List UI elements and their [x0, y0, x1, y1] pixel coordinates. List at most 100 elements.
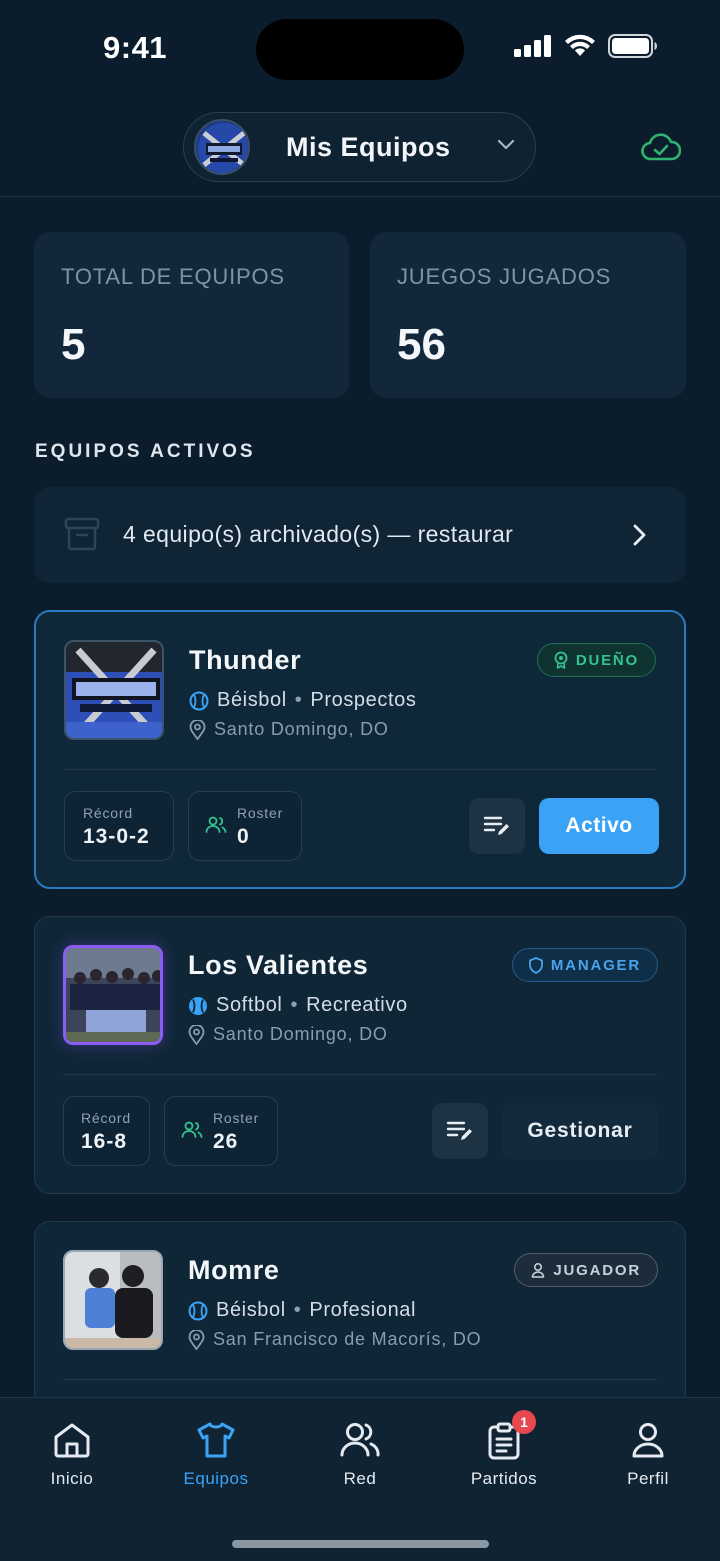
role-badge-manager: MANAGER	[511, 948, 658, 982]
users-icon	[181, 1121, 203, 1138]
role-badge-label: DUEÑO	[575, 651, 639, 669]
games-played-value: 56	[397, 320, 446, 369]
division-name: Recreativo	[306, 994, 408, 1016]
team-card-thunder[interactable]: Thunder DUEÑO Béisbol • Prospectos Santo…	[34, 610, 686, 889]
sport-name: Softbol	[216, 994, 283, 1016]
card-divider	[63, 1074, 657, 1075]
chevron-right-icon	[633, 524, 646, 546]
user-icon	[632, 1423, 664, 1458]
edit-team-button[interactable]	[432, 1103, 488, 1159]
games-played-card: JUEGOS JUGADOS 56	[370, 232, 686, 398]
record-label: Récord	[81, 1110, 131, 1126]
separator-dot: •	[290, 994, 299, 1016]
role-badge-player: JUGADOR	[514, 1253, 658, 1287]
team-name: Momre	[188, 1255, 280, 1285]
baseball-icon	[188, 1301, 208, 1320]
games-played-label: JUEGOS JUGADOS	[397, 264, 612, 289]
record-pill: Récord 16-8	[63, 1096, 150, 1166]
nav-label: Red	[343, 1469, 377, 1488]
role-badge-label: MANAGER	[550, 956, 641, 974]
shirt-icon	[197, 1422, 235, 1458]
record-value: 16-8	[81, 1130, 128, 1153]
nav-item-partidos[interactable]: 1 Partidos	[432, 1398, 576, 1508]
section-title: EQUIPOS ACTIVOS	[35, 441, 256, 462]
nav-label: Perfil	[627, 1469, 669, 1488]
record-value: 13-0-2	[83, 825, 150, 848]
total-teams-card: TOTAL DE EQUIPOS 5	[34, 232, 349, 398]
edit-team-button[interactable]	[469, 798, 525, 854]
role-badge-label: JUGADOR	[553, 1261, 641, 1279]
total-teams-label: TOTAL DE EQUIPOS	[61, 264, 285, 289]
location-pin-icon	[188, 1329, 205, 1350]
location-text: Santo Domingo, DO	[214, 719, 389, 739]
cloud-check-icon[interactable]	[641, 133, 681, 161]
status-time: 9:41	[103, 30, 168, 65]
notification-badge: 1	[512, 1410, 536, 1434]
location-line: San Francisco de Macorís, DO	[188, 1329, 482, 1350]
status-bar: 9:41	[0, 0, 720, 100]
roster-label: Roster	[237, 805, 284, 821]
location-text: San Francisco de Macorís, DO	[213, 1329, 482, 1349]
wifi-icon	[565, 34, 595, 56]
nav-label: Partidos	[470, 1469, 538, 1488]
location-line: Santo Domingo, DO	[188, 1024, 388, 1045]
record-label: Récord	[83, 805, 133, 821]
app-header: Mis Equipos	[0, 100, 720, 197]
team-photo	[64, 640, 164, 740]
total-teams-value: 5	[61, 320, 86, 369]
division-name: Prospectos	[310, 689, 417, 711]
status-icons	[514, 34, 658, 58]
card-divider	[64, 769, 656, 770]
location-line: Santo Domingo, DO	[189, 719, 389, 740]
record-pill: Récord 13-0-2	[64, 791, 174, 861]
sport-line: Béisbol • Prospectos	[189, 689, 416, 712]
sport-line: Softbol • Recreativo	[188, 994, 408, 1017]
shield-icon	[528, 956, 543, 974]
archive-icon	[64, 517, 100, 551]
archived-teams-text: 4 equipo(s) archivado(s) — restaurar	[123, 521, 514, 547]
location-pin-icon	[189, 719, 206, 740]
softball-icon	[189, 996, 207, 1015]
sport-name: Béisbol	[217, 689, 287, 711]
separator-dot: •	[294, 689, 303, 711]
baseball-icon	[189, 691, 209, 710]
edit-list-icon	[446, 1121, 472, 1140]
team-switcher[interactable]: Mis Equipos	[183, 112, 536, 182]
nav-item-equipos[interactable]: Equipos	[144, 1398, 288, 1508]
sport-line: Béisbol • Profesional	[188, 1299, 416, 1322]
team-card-los-valientes[interactable]: Los Valientes MANAGER Softbol • Recreati…	[34, 916, 686, 1194]
battery-icon	[608, 34, 657, 58]
manage-team-button[interactable]: Gestionar	[502, 1103, 658, 1159]
roster-pill: Roster 26	[164, 1096, 278, 1166]
team-logo	[194, 119, 250, 175]
active-team-button[interactable]: Activo	[539, 798, 659, 854]
team-photo	[63, 945, 163, 1045]
header-title: Mis Equipos	[286, 131, 451, 162]
nav-item-red[interactable]: Red	[288, 1398, 432, 1508]
team-photo	[63, 1250, 163, 1350]
team-name: Thunder	[189, 645, 302, 675]
location-text: Santo Domingo, DO	[213, 1024, 388, 1044]
roster-label: Roster	[213, 1110, 260, 1126]
archived-teams-row[interactable]: 4 equipo(s) archivado(s) — restaurar	[34, 487, 686, 583]
team-name: Los Valientes	[188, 950, 369, 980]
separator-dot: •	[293, 1299, 302, 1321]
nav-item-perfil[interactable]: Perfil	[576, 1398, 720, 1508]
edit-list-icon	[483, 816, 509, 835]
award-icon	[554, 651, 568, 669]
chevron-down-icon	[497, 139, 515, 150]
roster-value: 26	[213, 1130, 239, 1153]
roster-pill: Roster 0	[188, 791, 302, 861]
role-badge-owner: DUEÑO	[536, 643, 656, 677]
roster-value: 0	[237, 825, 250, 848]
division-name: Profesional	[309, 1299, 417, 1321]
home-indicator	[232, 1540, 489, 1548]
location-pin-icon	[188, 1024, 205, 1045]
nav-label: Equipos	[183, 1469, 249, 1488]
dynamic-island	[256, 19, 464, 80]
users-icon	[205, 816, 227, 833]
signal-icon	[514, 35, 551, 57]
nav-label: Inicio	[50, 1469, 94, 1488]
card-divider	[63, 1379, 657, 1380]
nav-item-inicio[interactable]: Inicio	[0, 1398, 144, 1508]
